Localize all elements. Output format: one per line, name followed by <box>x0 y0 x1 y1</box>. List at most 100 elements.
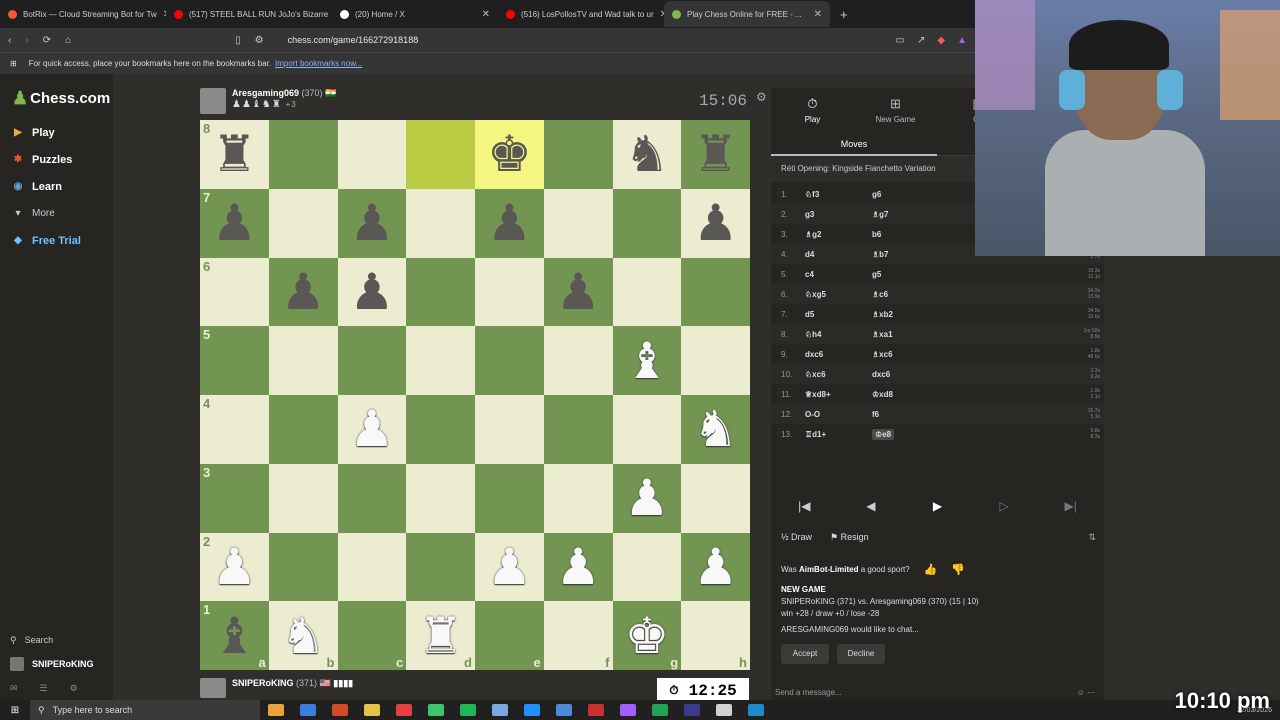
square-d2[interactable] <box>406 532 475 602</box>
square-f5[interactable] <box>543 326 613 395</box>
taskbar-app-icon[interactable] <box>652 704 668 716</box>
black-move[interactable]: ♗g7 <box>872 210 952 219</box>
black-move[interactable]: g5 <box>872 270 952 279</box>
browser-tab[interactable]: (517) STEEL BALL RUN JoJo's Bizarre✕ <box>166 1 332 27</box>
accept-button[interactable]: Accept <box>781 644 829 664</box>
square-g8[interactable]: ♞ <box>612 120 682 189</box>
black-pawn-icon[interactable]: ♟ <box>212 198 257 248</box>
square-b6[interactable]: ♟ <box>268 257 338 327</box>
thumbs-up-icon[interactable]: 👍 <box>924 564 938 576</box>
square-h4[interactable]: ♞ <box>681 395 750 464</box>
square-d3[interactable] <box>406 463 475 533</box>
avatar[interactable] <box>200 678 226 698</box>
square-a2[interactable]: 2 ♟ <box>200 532 269 602</box>
taskbar-app-icon[interactable] <box>556 704 572 716</box>
black-move[interactable]: ♗xa1 <box>872 330 952 339</box>
taskbar-app-icon[interactable] <box>268 704 284 716</box>
square-c1[interactable]: c <box>337 601 407 670</box>
browser-tab[interactable]: (516) LosPollosTV and Wad talk to ur ✕ <box>498 1 664 27</box>
square-a3[interactable]: 3 <box>200 463 269 533</box>
square-f3[interactable] <box>543 463 613 533</box>
square-e5[interactable] <box>475 326 544 395</box>
avatar[interactable] <box>200 88 226 114</box>
sidebar-search[interactable]: ⚲ Search <box>0 628 113 652</box>
black-bishop-icon[interactable]: ♝ <box>212 611 257 661</box>
white-bishop-icon[interactable]: ♝ <box>624 336 669 386</box>
sidebar-item-free-trial[interactable]: ◆ Free Trial <box>0 227 113 254</box>
white-move[interactable]: ♗g2 <box>805 230 872 239</box>
board-settings-icon[interactable]: ⚙ <box>756 90 767 104</box>
square-a1[interactable]: 1 a ♝ <box>200 601 269 670</box>
taskbar-app-icon[interactable] <box>748 704 764 716</box>
white-move[interactable]: g3 <box>805 210 872 219</box>
taskbar-app-icon[interactable] <box>332 704 348 716</box>
sidebar-item-puzzles[interactable]: ✱ Puzzles <box>0 146 113 173</box>
square-e1[interactable]: e <box>475 601 544 670</box>
square-f7[interactable] <box>543 188 613 258</box>
square-e7[interactable]: ♟ <box>475 188 544 258</box>
square-c3[interactable] <box>337 463 407 533</box>
draw-button[interactable]: ½ Draw <box>781 532 812 543</box>
first-move-button[interactable]: |◀ <box>774 495 834 517</box>
black-rook-icon[interactable]: ♜ <box>212 129 257 179</box>
square-a6[interactable]: 6 <box>200 257 269 327</box>
square-f8[interactable] <box>543 120 613 189</box>
taskbar-app-icon[interactable] <box>300 704 316 716</box>
black-move[interactable]: f6 <box>872 410 952 419</box>
square-b3[interactable] <box>268 463 338 533</box>
taskbar-app-icon[interactable] <box>684 704 700 716</box>
cast-icon[interactable]: ▭ <box>896 35 905 46</box>
black-move[interactable]: ♔xd8 <box>872 390 952 399</box>
black-move[interactable]: b6 <box>872 230 952 239</box>
white-move[interactable]: dxc6 <box>805 350 872 359</box>
next-move-button[interactable]: ▷ <box>974 495 1034 517</box>
square-g5[interactable]: ♝ <box>612 326 682 395</box>
share-icon[interactable]: ↗ <box>917 35 925 46</box>
square-b5[interactable] <box>268 326 338 395</box>
chat-input[interactable]: Send a message... <box>775 688 842 697</box>
square-c2[interactable] <box>337 532 407 602</box>
prev-move-button[interactable]: ◀ <box>841 495 901 517</box>
taskbar-app-icon[interactable] <box>716 704 732 716</box>
black-pawn-icon[interactable]: ♟ <box>487 198 532 248</box>
tab-moves[interactable]: Moves <box>771 132 937 156</box>
play-button[interactable]: ▶ <box>907 495 967 517</box>
white-king-icon[interactable]: ♚ <box>624 611 669 661</box>
taskbar-app-icon[interactable] <box>364 704 380 716</box>
square-g6[interactable] <box>612 257 682 327</box>
sidebar-user[interactable]: SNIPERoKING <box>0 652 113 676</box>
taskbar-app-icon[interactable] <box>492 704 508 716</box>
square-f1[interactable]: f <box>543 601 613 670</box>
white-pawn-icon[interactable]: ♟ <box>212 542 257 592</box>
square-d6[interactable] <box>406 257 475 327</box>
url-field[interactable]: chess.com/game/166272918188 <box>288 35 419 45</box>
black-move[interactable]: ♗xc6 <box>872 350 952 359</box>
taskbar-app-icon[interactable] <box>460 704 476 716</box>
emoji-icon[interactable]: ☺ ⋯ <box>1077 688 1095 697</box>
black-pawn-icon[interactable]: ♟ <box>281 267 326 317</box>
brave-shield-icon[interactable]: ◆ <box>937 35 945 46</box>
sidebar-item-learn[interactable]: ◉ Learn <box>0 173 113 200</box>
black-move[interactable]: ♗xb2 <box>872 310 952 319</box>
square-g1[interactable]: g ♚ <box>612 601 682 670</box>
square-c5[interactable] <box>337 326 407 395</box>
taskbar-app-icon[interactable] <box>396 704 412 716</box>
square-h3[interactable] <box>681 463 750 533</box>
white-move[interactable]: ♕xd8+ <box>805 390 872 399</box>
home-icon[interactable]: ⌂ <box>65 35 71 46</box>
square-a5[interactable]: 5 <box>200 326 269 395</box>
black-pawn-icon[interactable]: ♟ <box>556 267 601 317</box>
taskbar-search[interactable]: ⚲ Type here to search <box>30 700 260 720</box>
thumbs-down-icon[interactable]: 👎 <box>951 564 965 576</box>
white-move[interactable]: c4 <box>805 270 872 279</box>
new-tab-icon[interactable]: + <box>830 7 858 22</box>
black-move[interactable]: ♗c6 <box>872 290 952 299</box>
tab-new-game[interactable]: ⊞ New Game <box>854 96 937 124</box>
taskbar-app-icon[interactable] <box>524 704 540 716</box>
black-pawn-icon[interactable]: ♟ <box>349 198 394 248</box>
taskbar-app-icon[interactable] <box>428 704 444 716</box>
black-rook-icon[interactable]: ♜ <box>693 129 738 179</box>
square-d4[interactable] <box>406 395 475 464</box>
square-e4[interactable] <box>475 395 544 464</box>
square-f2[interactable]: ♟ <box>543 532 613 602</box>
